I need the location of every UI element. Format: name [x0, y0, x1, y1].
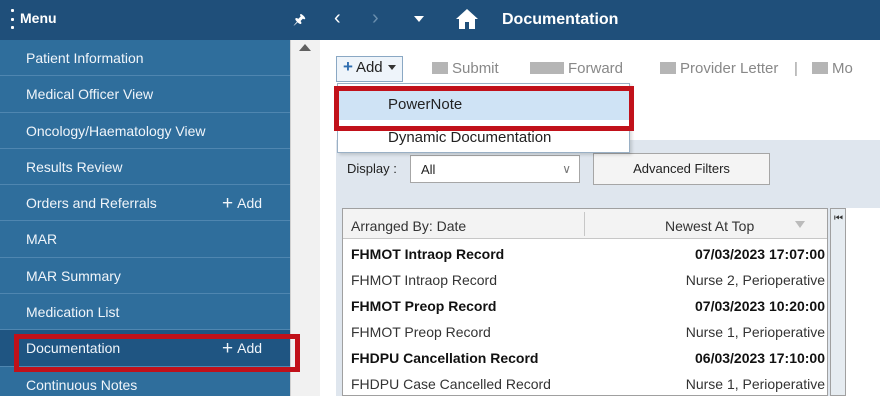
submit-icon	[432, 62, 448, 74]
orders-add-button[interactable]: + Add	[222, 192, 262, 214]
home-icon[interactable]	[455, 8, 479, 30]
plus-icon: +	[343, 57, 353, 76]
pin-icon[interactable]: 🖈︎	[293, 9, 306, 33]
row-subtitle: FHDPU Case Cancelled Record	[351, 376, 551, 392]
top-nav: ‹ › Documentation	[320, 0, 880, 40]
provider-letter-button[interactable]: Provider Letter	[660, 60, 778, 77]
left-menu: Menu 🖈︎ Patient Information Medical Offi…	[0, 0, 320, 396]
row-date: 07/03/2023 17:07:00	[695, 246, 825, 262]
dots-icon[interactable]	[11, 9, 15, 29]
menu-item-label: Medical Officer View	[26, 86, 154, 103]
row-subtitle: FHMOT Intraop Record	[351, 272, 498, 288]
table-row[interactable]: FHMOT Preop Record 07/03/2023 10:20:00	[343, 293, 827, 319]
row-title: FHMOT Preop Record	[351, 298, 497, 314]
table-row[interactable]: FHMOT Intraop Record Nurse 2, Perioperat…	[343, 267, 827, 293]
row-author: Nurse 1, Perioperative	[685, 324, 825, 340]
row-date: 07/03/2023 10:20:00	[695, 298, 825, 314]
menu-item-mar[interactable]: MAR	[0, 221, 290, 258]
provider-letter-label: Provider Letter	[680, 60, 779, 77]
history-dropdown-icon[interactable]	[414, 16, 424, 22]
plus-icon: +	[222, 193, 234, 215]
menu-item-label: Medication List	[26, 304, 120, 321]
menu-item-label: MAR	[26, 231, 58, 248]
display-select[interactable]: All ∨	[410, 155, 580, 183]
row-author: Nurse 1, Perioperative	[685, 376, 825, 392]
plus-icon: +	[222, 338, 234, 360]
documents-grid: Arranged By: Date Newest At Top FHMOT In…	[342, 208, 828, 396]
menu-item-label: Results Review	[26, 158, 123, 175]
menu-header: Menu 🖈︎	[0, 0, 320, 40]
menu-item-label: Oncology/Haematology View	[26, 122, 206, 139]
header-divider	[584, 212, 585, 236]
table-row[interactable]: FHDPU Case Cancelled Record Nurse 1, Per…	[343, 371, 827, 396]
modify-label: Mo	[832, 60, 853, 77]
add-dropdown-menu: PowerNote Dynamic Documentation	[337, 83, 630, 153]
menu-item-results-review[interactable]: Results Review	[0, 149, 290, 186]
display-value: All	[421, 162, 436, 177]
menu-item-label: Patient Information	[26, 50, 144, 66]
scroll-up-icon[interactable]	[299, 44, 311, 51]
forward-icon	[530, 62, 564, 74]
menu-item-dynamic-documentation[interactable]: Dynamic Documentation	[338, 121, 629, 153]
arranged-by-header[interactable]: Arranged By: Date	[351, 218, 466, 234]
menu-item-powernote[interactable]: PowerNote	[338, 88, 629, 120]
table-row[interactable]: FHMOT Preop Record Nurse 1, Perioperativ…	[343, 319, 827, 345]
forward-arrow-icon[interactable]: ›	[372, 8, 379, 28]
menu-item-mar-summary[interactable]: MAR Summary	[0, 258, 290, 295]
menu-item-label: Orders and Referrals	[26, 195, 157, 212]
row-title: FHDPU Cancellation Record	[351, 350, 539, 366]
submit-button[interactable]: Submit	[432, 60, 499, 77]
menu-title: Menu	[20, 10, 57, 26]
chevron-down-icon	[387, 65, 396, 70]
row-author: Nurse 2, Perioperative	[685, 272, 825, 288]
filter-icon[interactable]	[795, 221, 805, 228]
add-button-label: Add	[355, 59, 383, 76]
grid-header: Arranged By: Date Newest At Top	[343, 209, 827, 239]
newest-at-top-header[interactable]: Newest At Top	[665, 218, 754, 234]
menu-item-documentation[interactable]: Documentation + Add	[0, 330, 290, 367]
documentation-add-button[interactable]: + Add	[222, 337, 262, 359]
menu-item-label: Dynamic Documentation	[388, 129, 552, 146]
menu-scrollbar[interactable]	[290, 40, 320, 396]
display-label: Display :	[347, 161, 397, 176]
orders-add-label: Add	[237, 195, 263, 212]
table-row[interactable]: FHMOT Intraop Record 07/03/2023 17:07:00	[343, 241, 827, 267]
preview-pane	[846, 208, 880, 396]
advanced-filters-button[interactable]: Advanced Filters	[593, 153, 770, 185]
menu-item-oncology-haematology-view[interactable]: Oncology/Haematology View	[0, 113, 290, 149]
menu-item-medical-officer-view[interactable]: Medical Officer View	[0, 76, 290, 113]
menu-list: Patient Information Medical Officer View…	[0, 40, 290, 396]
add-button[interactable]: + Add	[336, 56, 403, 82]
row-title: FHMOT Intraop Record	[351, 246, 505, 262]
back-arrow-icon[interactable]: ‹	[334, 8, 341, 28]
menu-item-orders-and-referrals[interactable]: Orders and Referrals + Add	[0, 185, 290, 222]
menu-item-patient-information[interactable]: Patient Information	[0, 40, 290, 77]
submit-label: Submit	[452, 60, 499, 77]
menu-item-medication-list[interactable]: Medication List	[0, 294, 290, 331]
table-row[interactable]: FHDPU Cancellation Record 06/03/2023 17:…	[343, 345, 827, 371]
menu-item-label: MAR Summary	[26, 267, 121, 284]
forward-label: Forward	[568, 60, 624, 77]
chevron-down-icon: ∨	[562, 162, 571, 176]
row-subtitle: FHMOT Preop Record	[351, 324, 491, 340]
forward-button[interactable]: Forward	[530, 60, 623, 77]
menu-item-continuous-notes[interactable]: Continuous Notes	[0, 367, 290, 396]
row-date: 06/03/2023 17:10:00	[695, 350, 825, 366]
menu-item-label: Documentation	[26, 340, 121, 357]
collapse-left-icon[interactable]: ⏮︎	[834, 213, 843, 224]
page-title: Documentation	[502, 11, 619, 28]
toolbar-divider: |	[794, 60, 798, 77]
provider-letter-icon	[660, 62, 676, 74]
documentation-add-label: Add	[237, 340, 263, 357]
pane-splitter[interactable]: ⏮︎	[830, 208, 846, 396]
menu-item-label: Continuous Notes	[26, 376, 138, 393]
menu-item-label: PowerNote	[388, 96, 463, 113]
modify-button[interactable]: Mo	[812, 60, 853, 77]
modify-icon	[812, 62, 828, 74]
